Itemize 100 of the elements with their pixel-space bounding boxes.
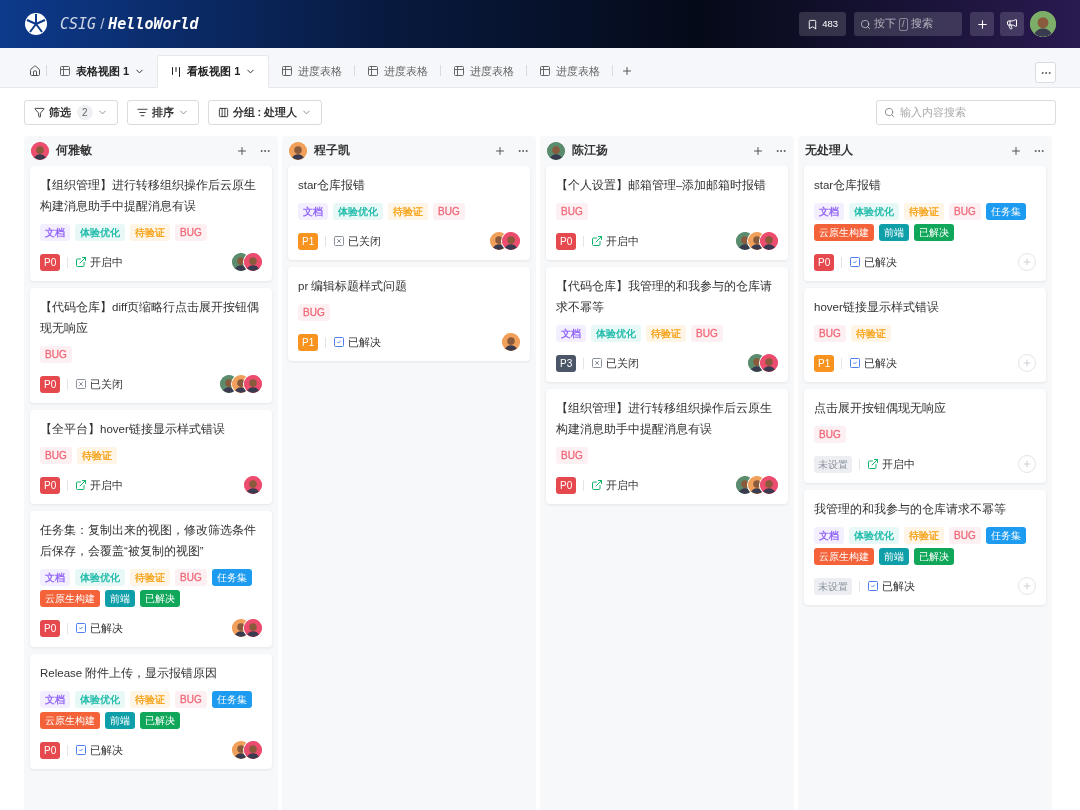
view-tab[interactable]: 进度表格 <box>527 55 613 87</box>
issue-card[interactable]: 【个人设置】邮箱管理–添加邮箱时报错 BUG P0 开启中 <box>546 166 788 260</box>
tag: BUG <box>691 325 723 342</box>
card-title: 【组织管理】进行转移组织操作后云原生构建消息助手中提醒消息有误 <box>556 401 773 437</box>
issue-card[interactable]: 【全平台】hover链接显示样式错误 BUG 待验证 P0 开启中 <box>30 410 272 504</box>
tag: 文档 <box>814 203 844 220</box>
announcement-button[interactable] <box>1000 12 1024 36</box>
plus-icon <box>1022 358 1032 368</box>
issue-card[interactable]: pr 编辑标题样式问题 BUG P1 已解决 <box>288 267 530 361</box>
issue-card[interactable]: 【组织管理】进行转移组织操作后云原生构建消息助手中提醒消息有误 文档 体验优化 待验证 BUG P0 开启中 <box>30 166 272 281</box>
table-icon <box>281 65 294 77</box>
tag: 待验证 <box>130 569 170 586</box>
status-icon <box>867 458 879 470</box>
megaphone-icon <box>1006 18 1018 30</box>
issue-card[interactable]: star仓库报错 文档 体验优化 待验证 BUG P1 已关闭 <box>288 166 530 260</box>
group-button[interactable]: 分组 : 处理人 <box>207 99 323 125</box>
column-title: 无处理人 <box>805 143 853 159</box>
status-label: 已解决 <box>90 620 124 636</box>
search-placeholder: 搜索 <box>910 16 933 32</box>
tag: 文档 <box>40 569 70 586</box>
add-card-button[interactable] <box>752 145 764 157</box>
view-tab[interactable]: 进度表格 <box>269 55 355 87</box>
status-icon <box>591 235 604 247</box>
status-label: 已解决 <box>864 254 898 270</box>
priority-badge: P1 <box>298 333 319 351</box>
sort-button[interactable]: 排序 <box>126 99 199 125</box>
home-icon <box>29 65 41 77</box>
tag: 云原生构建 <box>814 224 874 241</box>
search-icon <box>860 18 871 30</box>
issue-card[interactable]: 【代码仓库】diff页缩略行点击展开按钮偶现无响应 BUG P0 已关闭 <box>30 288 272 403</box>
tag: 任务集 <box>985 527 1026 544</box>
filter-button[interactable]: 筛选 2 <box>24 99 118 125</box>
avatar <box>1030 11 1056 37</box>
bookmark-button[interactable]: 483 <box>799 12 846 36</box>
card-title: hover链接显示样式错误 <box>814 300 940 315</box>
status-icon <box>75 744 88 756</box>
issue-card[interactable]: 【代码仓库】我管理的和我参与的仓库请求不幂等 文档 体验优化 待验证 BUG P3 已关闭 <box>546 267 788 382</box>
status-icon <box>849 256 862 268</box>
priority-badge: P0 <box>556 476 577 494</box>
status-icon <box>849 357 862 369</box>
view-tab[interactable]: 进度表格 <box>441 55 527 87</box>
card-title: pr 编辑标题样式问题 <box>298 279 409 294</box>
tag: BUG <box>949 527 981 544</box>
priority-badge: P1 <box>814 354 835 372</box>
view-tab[interactable]: 进度表格 <box>355 55 441 87</box>
status-icon <box>75 378 88 390</box>
tag: BUG <box>298 304 330 321</box>
status-label: 开启中 <box>606 477 640 493</box>
plus-icon <box>494 145 506 157</box>
tag: 待验证 <box>76 447 117 464</box>
search-field[interactable]: 输入内容搜索 <box>900 103 1048 121</box>
add-card-button[interactable] <box>1010 145 1022 157</box>
add-card-button[interactable] <box>494 145 506 157</box>
tag: 前端 <box>879 548 909 565</box>
plus-icon <box>236 145 248 157</box>
search-field[interactable]: 按下 / 搜索 <box>854 12 962 36</box>
tag: 体验优化 <box>333 203 383 220</box>
view-tab[interactable]: 看板视图 1 <box>157 55 270 88</box>
tag: 待验证 <box>646 325 686 342</box>
tag: BUG <box>814 325 846 342</box>
filter-count: 2 <box>77 104 93 120</box>
add-card-button[interactable] <box>236 145 248 157</box>
issue-card[interactable]: hover链接显示样式错误 BUG 待验证 P1 已解决 <box>804 288 1046 382</box>
tag: BUG <box>40 447 72 464</box>
search-box[interactable]: 输入内容搜索 <box>876 99 1056 125</box>
issue-card[interactable]: Release 附件上传，显示报错原因 文档 体验优化 待验证 BUG 任务集 云原生构建 前端 已解决 P0 已解决 <box>30 654 272 769</box>
tag: 已解决 <box>140 590 180 607</box>
tag: 体验优化 <box>849 203 899 220</box>
tag: BUG <box>949 203 981 220</box>
tag: 体验优化 <box>75 569 125 586</box>
add-button[interactable] <box>970 12 994 36</box>
issue-card[interactable]: star仓库报错 文档 体验优化 待验证 BUG 任务集 云原生构建 前端 已解决 P0 已解决 <box>804 166 1046 281</box>
card-title: 点击展开按钮偶现无响应 <box>814 401 947 416</box>
tag: 已解决 <box>140 712 180 729</box>
issue-card[interactable]: 【组织管理】进行转移组织操作后云原生构建消息助手中提醒消息有误 BUG P0 开启中 <box>546 389 788 504</box>
card-title: 任务集：复制出来的视图，修改筛选条件后保存，会覆盖“被复制的视图” <box>40 523 257 559</box>
more-button[interactable] <box>1035 62 1056 83</box>
tag: 已解决 <box>914 548 954 565</box>
sort-icon <box>136 106 148 118</box>
tag: 待验证 <box>130 224 170 241</box>
tag: 云原生构建 <box>814 548 874 565</box>
search-hint: 按下 <box>874 16 896 32</box>
view-tab[interactable]: 表格视图 1 <box>47 55 158 87</box>
status-icon <box>591 357 604 369</box>
table-icon <box>539 65 552 77</box>
filter-icon <box>34 106 45 118</box>
issue-card[interactable]: 任务集：复制出来的视图，修改筛选条件后保存，会覆盖“被复制的视图” 文档 体验优化 待验证 BUG 任务集 云原生构建 前端 已解决 P0 已解决 <box>30 511 272 647</box>
tag: BUG <box>175 691 207 708</box>
tag: BUG <box>175 224 207 241</box>
card-title: 【个人设置】邮箱管理–添加邮箱时报错 <box>556 178 768 193</box>
status-label: 已解决 <box>348 334 382 350</box>
tag: 文档 <box>40 224 70 241</box>
tag: 任务集 <box>985 203 1026 220</box>
issue-card[interactable]: 点击展开按钮偶现无响应 BUG 未设置 开启中 <box>804 389 1046 483</box>
card-title: 【代码仓库】我管理的和我参与的仓库请求不幂等 <box>556 279 773 315</box>
tag: BUG <box>433 203 465 220</box>
tag: 前端 <box>105 590 135 607</box>
tag: 文档 <box>556 325 586 342</box>
issue-card[interactable]: 我管理的和我参与的仓库请求不幂等 文档 体验优化 待验证 BUG 任务集 云原生构建 前端 已解决 未设置 已解决 <box>804 490 1046 605</box>
column-title: 陈江扬 <box>572 143 608 159</box>
